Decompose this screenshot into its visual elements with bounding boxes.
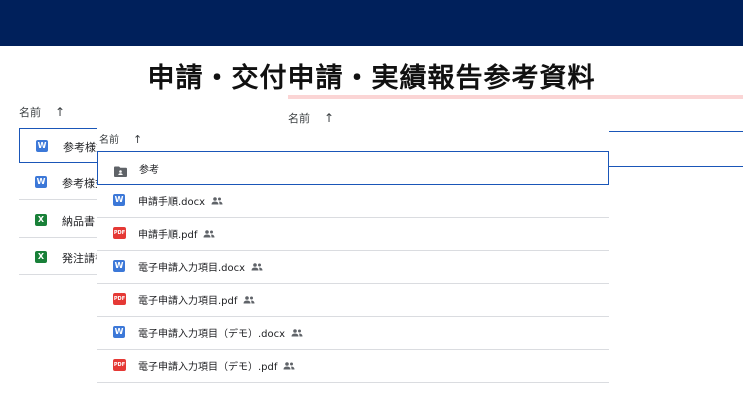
- file-row[interactable]: W 電子申請入力項目.docx: [97, 250, 609, 284]
- front-column-header[interactable]: 名前 ↑: [99, 131, 142, 146]
- word-file-icon: W: [35, 176, 47, 188]
- file-name: 電子申請入力項目（デモ）.docx: [138, 329, 286, 340]
- selection-outline: [608, 166, 743, 167]
- arrow-up-icon[interactable]: ↑: [324, 111, 334, 125]
- title-accent-line: [288, 95, 743, 99]
- back-file-row[interactable]: X 発注請書: [19, 240, 109, 275]
- file-row[interactable]: PDF 電子申請入力項目（デモ）.pdf: [97, 349, 609, 383]
- file-name: 電子申請入力項目（デモ）.pdf: [138, 362, 278, 373]
- word-file-icon: W: [113, 260, 125, 272]
- file-name: 参考: [139, 165, 159, 176]
- word-file-icon: W: [113, 194, 125, 206]
- file-name-wrap: 電子申請入力項目.pdf: [138, 292, 255, 307]
- word-file-icon: W: [113, 326, 125, 338]
- file-row[interactable]: W 電子申請入力項目（デモ）.docx: [97, 316, 609, 350]
- file-name: 納品書: [62, 215, 95, 228]
- file-name-wrap: 申請手順.pdf: [138, 226, 215, 241]
- file-row[interactable]: W 申請手順.docx: [97, 184, 609, 218]
- back-file-row[interactable]: W 参考様式2: [19, 165, 109, 200]
- column-header-name: 名前: [19, 106, 41, 119]
- file-list-panel: 名前 ↑ 参考 W 申請手順.docx PDF 申請手順.pdf W 電子申請入力…: [97, 125, 609, 385]
- excel-file-icon: X: [35, 214, 47, 226]
- column-header-name: 名前: [288, 112, 310, 125]
- back-column-header[interactable]: 名前 ↑: [19, 104, 65, 120]
- pdf-file-icon: PDF: [113, 359, 126, 371]
- page-title: 申請・交付申請・実績報告参考資料: [147, 63, 596, 94]
- excel-file-icon: X: [35, 251, 47, 263]
- shared-people-icon: [251, 262, 263, 274]
- back-file-row[interactable]: W 参考様式1: [19, 128, 109, 163]
- file-row[interactable]: PDF 申請手順.pdf: [97, 217, 609, 251]
- middle-column-header[interactable]: 名前 ↑: [288, 110, 334, 126]
- shared-people-icon: [291, 328, 303, 340]
- selection-outline: [608, 131, 743, 132]
- shared-folder-icon: [114, 162, 127, 181]
- arrow-up-icon[interactable]: ↑: [55, 105, 65, 119]
- file-name-wrap: 電子申請入力項目.docx: [138, 259, 263, 274]
- column-header-name: 名前: [99, 135, 119, 146]
- back-file-row[interactable]: X 納品書: [19, 203, 109, 238]
- shared-people-icon: [203, 229, 215, 241]
- word-file-icon: W: [36, 140, 48, 152]
- pdf-file-icon: PDF: [113, 227, 126, 239]
- file-name-wrap: 電子申請入力項目（デモ）.docx: [138, 325, 303, 340]
- file-name: 申請手順.pdf: [138, 230, 198, 241]
- file-name: 電子申請入力項目.docx: [138, 263, 246, 274]
- shared-people-icon: [211, 196, 223, 208]
- file-name-wrap: 申請手順.docx: [138, 193, 223, 208]
- shared-people-icon: [283, 361, 295, 373]
- arrow-up-icon[interactable]: ↑: [133, 133, 142, 146]
- file-row[interactable]: PDF 電子申請入力項目.pdf: [97, 283, 609, 317]
- folder-row[interactable]: 参考: [97, 151, 609, 185]
- file-name: 申請手順.docx: [138, 197, 206, 208]
- shared-people-icon: [243, 295, 255, 307]
- top-bar: [0, 0, 743, 46]
- pdf-file-icon: PDF: [113, 293, 126, 305]
- file-name: 電子申請入力項目.pdf: [138, 296, 238, 307]
- file-name-wrap: 電子申請入力項目（デモ）.pdf: [138, 358, 295, 373]
